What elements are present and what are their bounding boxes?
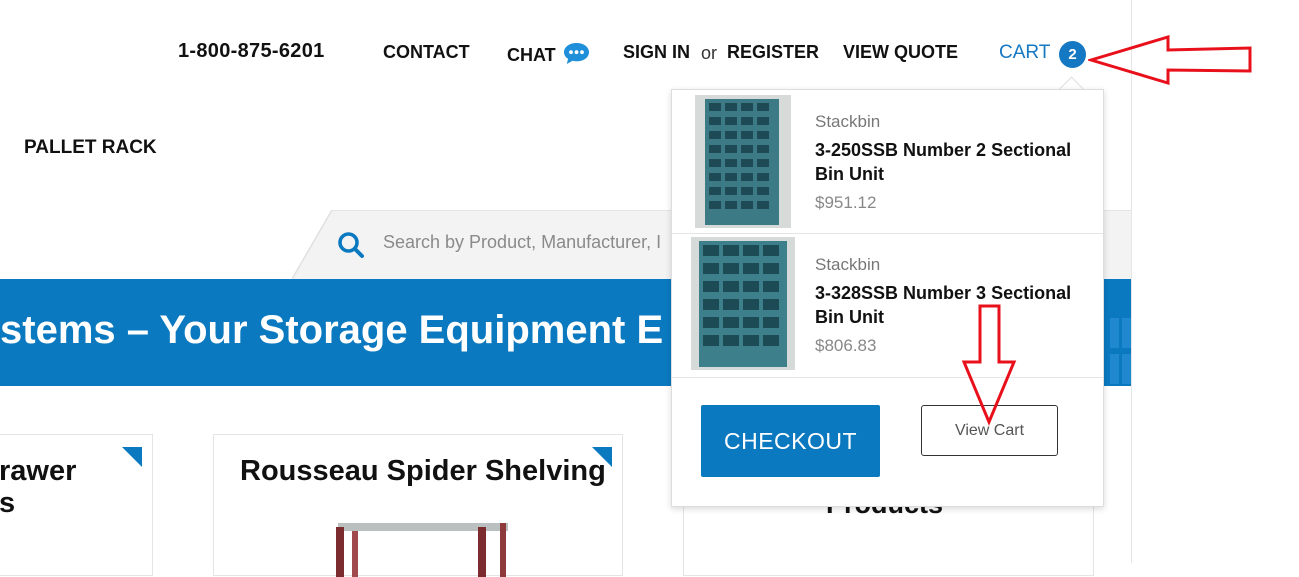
cart-item-brand: Stackbin [815, 255, 881, 274]
divider [672, 377, 1103, 378]
page: 1-800-875-6201 CONTACT CHAT SIGN IN or R… [0, 0, 1131, 577]
hero-banner-title: stems – Your Storage Equipment E [0, 308, 664, 352]
view-quote-link[interactable]: VIEW QUOTE [843, 42, 958, 63]
register-link[interactable]: REGISTER [727, 42, 819, 63]
chat-bubble-icon[interactable] [562, 41, 591, 66]
card-title-line1: rawer [0, 455, 77, 487]
cart-item-name[interactable]: 3-250SSB Number 2 Sectional Bin Unit [815, 138, 1095, 186]
sign-in-link[interactable]: SIGN IN [623, 42, 690, 63]
search-icon[interactable] [336, 230, 366, 260]
menu-item-pallet-rack[interactable]: PALLET RACK [24, 137, 157, 159]
cart-item-brand: Stackbin [815, 112, 881, 131]
cart-item-name[interactable]: 3-328SSB Number 3 Sectional Bin Unit [815, 281, 1095, 329]
category-card-rousseau-spider-shelving[interactable]: Rousseau Spider Shelving [213, 434, 623, 577]
card-title: Rousseau Spider Shelving [240, 455, 606, 487]
category-card-drawer[interactable]: rawer s [0, 434, 153, 576]
cart-link[interactable]: CART [999, 42, 1050, 64]
card-title-line2: s [0, 487, 16, 519]
page-gutter [1131, 0, 1299, 563]
chat-link[interactable]: CHAT [507, 45, 556, 66]
banner-decoration [1110, 318, 1131, 384]
contact-link[interactable]: CONTACT [383, 42, 470, 63]
cart-item-price: $806.83 [815, 336, 877, 355]
or-separator: or [701, 43, 718, 63]
view-cart-button[interactable]: View Cart [921, 405, 1058, 456]
bin-unit-image[interactable] [695, 95, 791, 228]
card-corner-marker [122, 447, 142, 467]
chat-label: CHAT [507, 45, 556, 65]
cart-item-price: $951.12 [815, 193, 877, 212]
cart-item[interactable]: Stackbin 3-328SSB Number 3 Sectional Bin… [672, 234, 1103, 377]
bin-unit-image[interactable] [691, 237, 795, 370]
cart-item[interactable]: Stackbin 3-250SSB Number 2 Sectional Bin… [672, 90, 1103, 233]
checkout-button[interactable]: CHECKOUT [701, 405, 880, 477]
search-input[interactable]: Search by Product, Manufacturer, I [383, 232, 661, 253]
spider-shelving-image [336, 523, 508, 577]
cart-count-badge[interactable]: 2 [1059, 41, 1086, 68]
phone-number-link[interactable]: 1-800-875-6201 [178, 40, 325, 63]
